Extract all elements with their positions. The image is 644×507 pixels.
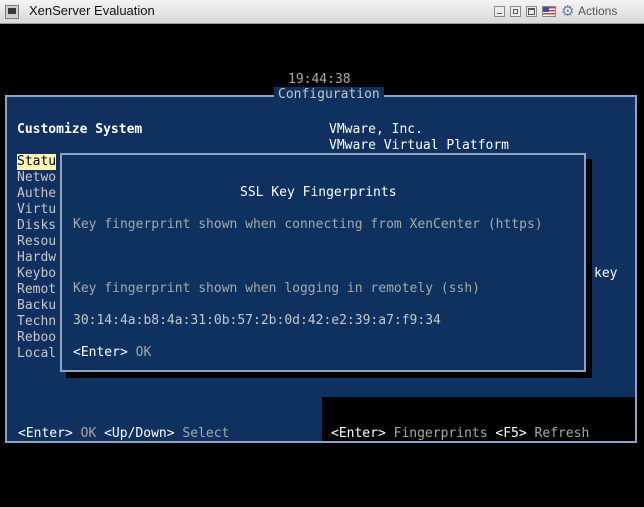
help-updown-action: Select [182,426,230,441]
menu-item-network[interactable]: Netwo [17,170,56,186]
dialog-title: SSL Key Fingerprints [240,185,397,200]
console-bottom-area [0,480,644,507]
https-fingerprint-label: Key fingerprint shown when connecting fr… [73,217,543,232]
left-heading: Customize System [17,122,143,137]
menu-item-authentication[interactable]: Authe [17,186,56,202]
ssh-fingerprint-value: 30:14:4a:b8:4a:31:0b:57:2b:0d:42:e2:39:a… [73,313,441,328]
restore-icon[interactable] [510,6,521,17]
ssh-fingerprint-label: Key fingerprint shown when logging in re… [73,281,480,296]
help-f5-key: <F5> [495,426,527,441]
flag-icon[interactable] [542,6,556,17]
window-titlebar: XenServer Evaluation ⚙ Actions [0,0,644,24]
help-enter-key: <Enter> [18,426,73,441]
help-fingerprints-action: Fingerprints [393,426,488,441]
menu-item-resource-pool[interactable]: Resou [17,234,56,250]
menu-item-disks[interactable]: Disks [17,218,56,234]
help-refresh-action: Refresh [534,426,590,441]
menu-item-status[interactable]: Statu [17,154,57,170]
help-right: <Enter> Fingerprints <F5> Refresh [331,426,589,442]
dialog-ok-label: OK [135,345,152,360]
window-title: XenServer Evaluation [29,3,155,18]
app-icon [5,5,19,19]
menu-item-local-command-shell[interactable]: Local [17,346,56,362]
menu-item-keyboard[interactable]: Keybo [17,266,56,282]
menu-item-virtual-machines[interactable]: Virtu [17,202,56,218]
maximize-icon[interactable] [526,6,537,17]
menu-item-hardware[interactable]: Hardw [17,250,56,266]
gear-icon[interactable]: ⚙ [561,3,574,20]
system-vendor: VMware, Inc. [329,122,423,137]
minimize-icon[interactable] [494,6,505,17]
actions-menu[interactable]: Actions [578,4,617,18]
help-fingerprints-key: <Enter> [331,426,386,441]
menu-item-technical-support[interactable]: Techn [17,314,56,330]
system-product: VMware Virtual Platform [329,138,510,153]
menu-item-reboot[interactable]: Reboo [17,330,56,346]
clock: 19:44:38 [288,72,351,87]
ssl-fingerprints-dialog: SSL Key Fingerprints Key fingerprint sho… [60,153,586,372]
menu-item-remote[interactable]: Remot [17,282,56,298]
help-enter-action: OK [80,426,97,441]
right-pane-key-text: key [594,266,618,281]
dialog-ok-key: <Enter> [73,345,128,360]
console-screen[interactable]: 19:44:38 Configuration Customize System … [0,24,644,507]
help-left: <Enter> OK <Up/Down> Select [18,426,229,442]
panel-title: Configuration [274,87,384,103]
dialog-ok-button[interactable]: <Enter> OK [73,345,151,361]
help-updown-key: <Up/Down> [104,426,175,441]
menu-item-backup[interactable]: Backu [17,298,56,314]
